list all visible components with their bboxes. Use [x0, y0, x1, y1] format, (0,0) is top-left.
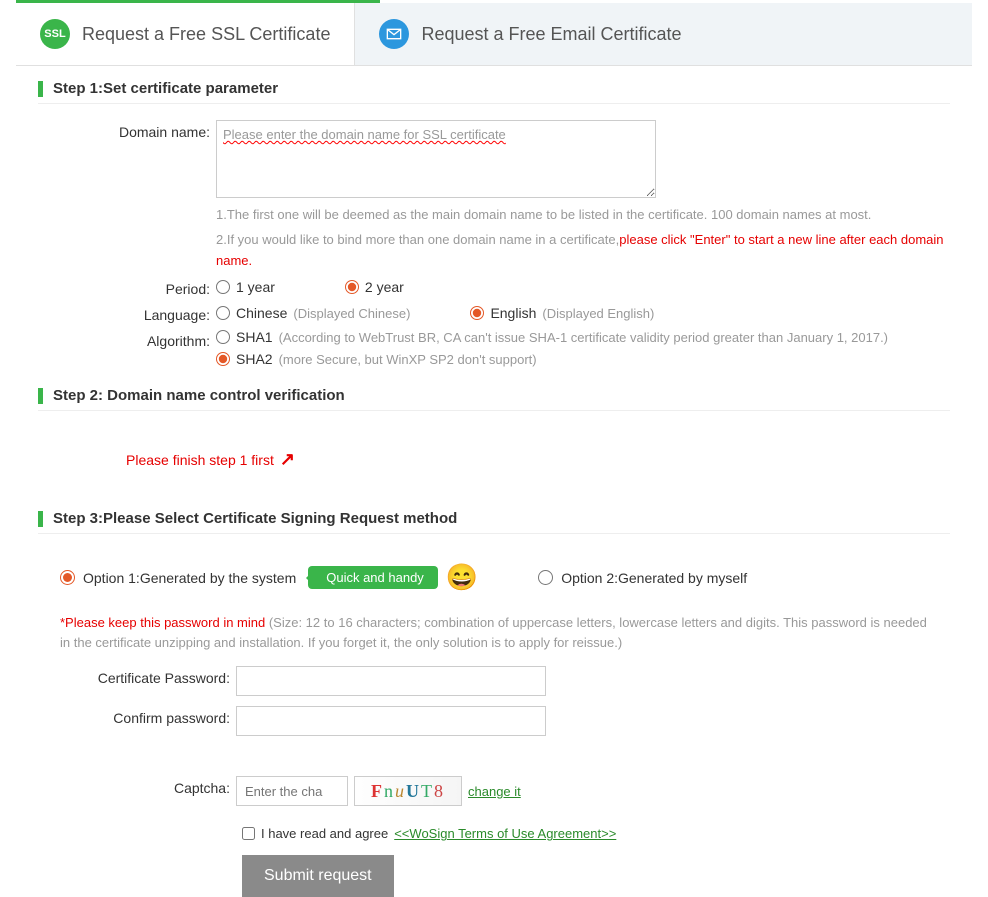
tab-email[interactable]: Request a Free Email Certificate [355, 3, 705, 65]
domain-name-input[interactable] [216, 120, 656, 198]
csr-option2[interactable]: Option 2:Generated by myself [538, 570, 747, 586]
change-captcha-link[interactable]: change it [468, 784, 521, 799]
step2-header: Step 2: Domain name control verification [38, 387, 950, 411]
step1-title: Step 1:Set certificate parameter [53, 80, 278, 97]
step-marker-icon [38, 388, 43, 404]
tab-email-label: Request a Free Email Certificate [421, 24, 681, 45]
terms-link[interactable]: <<WoSign Terms of Use Agreement>> [394, 826, 616, 841]
arrow-up-icon: ↗ [280, 449, 295, 470]
algorithm-sha1[interactable]: SHA1 (According to WebTrust BR, CA can't… [216, 329, 950, 345]
smiley-icon: 😄 [446, 562, 478, 593]
cert-password-label: Certificate Password: [38, 666, 236, 686]
domain-hint2: 2.If you would like to bind more than on… [216, 230, 950, 272]
period-1year[interactable]: 1 year [216, 279, 275, 295]
step1-header: Step 1:Set certificate parameter [38, 80, 950, 104]
language-english[interactable]: English (Displayed English) [470, 305, 654, 321]
cert-password-input[interactable] [236, 666, 546, 696]
step-marker-icon [38, 81, 43, 97]
period-2year[interactable]: 2 year [345, 279, 404, 295]
step3-title: Step 3:Please Select Certificate Signing… [53, 510, 457, 527]
email-icon [379, 19, 409, 49]
algorithm-label: Algorithm: [38, 329, 216, 349]
language-chinese[interactable]: Chinese (Displayed Chinese) [216, 305, 410, 321]
step2-title: Step 2: Domain name control verification [53, 387, 345, 404]
confirm-password-label: Confirm password: [38, 706, 236, 726]
captcha-input[interactable] [236, 776, 348, 806]
period-label: Period: [38, 277, 216, 297]
captcha-label: Captcha: [38, 776, 236, 796]
csr-option1[interactable]: Option 1:Generated by the system Quick a… [60, 562, 478, 593]
algorithm-sha2[interactable]: SHA2 (more Secure, but WinXP SP2 don't s… [216, 351, 950, 367]
language-label: Language: [38, 303, 216, 323]
step-marker-icon [38, 511, 43, 527]
agree-text: I have read and agree [261, 826, 388, 841]
domain-hint1: 1.The first one will be deemed as the ma… [216, 205, 950, 226]
tabs: SSL Request a Free SSL Certificate Reque… [16, 3, 972, 66]
tab-ssl-label: Request a Free SSL Certificate [82, 24, 330, 45]
submit-button[interactable]: Submit request [242, 855, 394, 897]
agree-checkbox[interactable] [242, 827, 255, 840]
domain-name-label: Domain name: [38, 120, 216, 140]
password-note: *Please keep this password in mind (Size… [38, 613, 950, 666]
confirm-password-input[interactable] [236, 706, 546, 736]
step2-message: Please finish step 1 first ↗ [38, 427, 950, 496]
tab-ssl[interactable]: SSL Request a Free SSL Certificate [16, 3, 355, 65]
captcha-image[interactable]: FnuUT8 [354, 776, 462, 806]
step3-header: Step 3:Please Select Certificate Signing… [38, 510, 950, 534]
quick-handy-badge: Quick and handy [308, 566, 438, 589]
ssl-icon: SSL [40, 19, 70, 49]
